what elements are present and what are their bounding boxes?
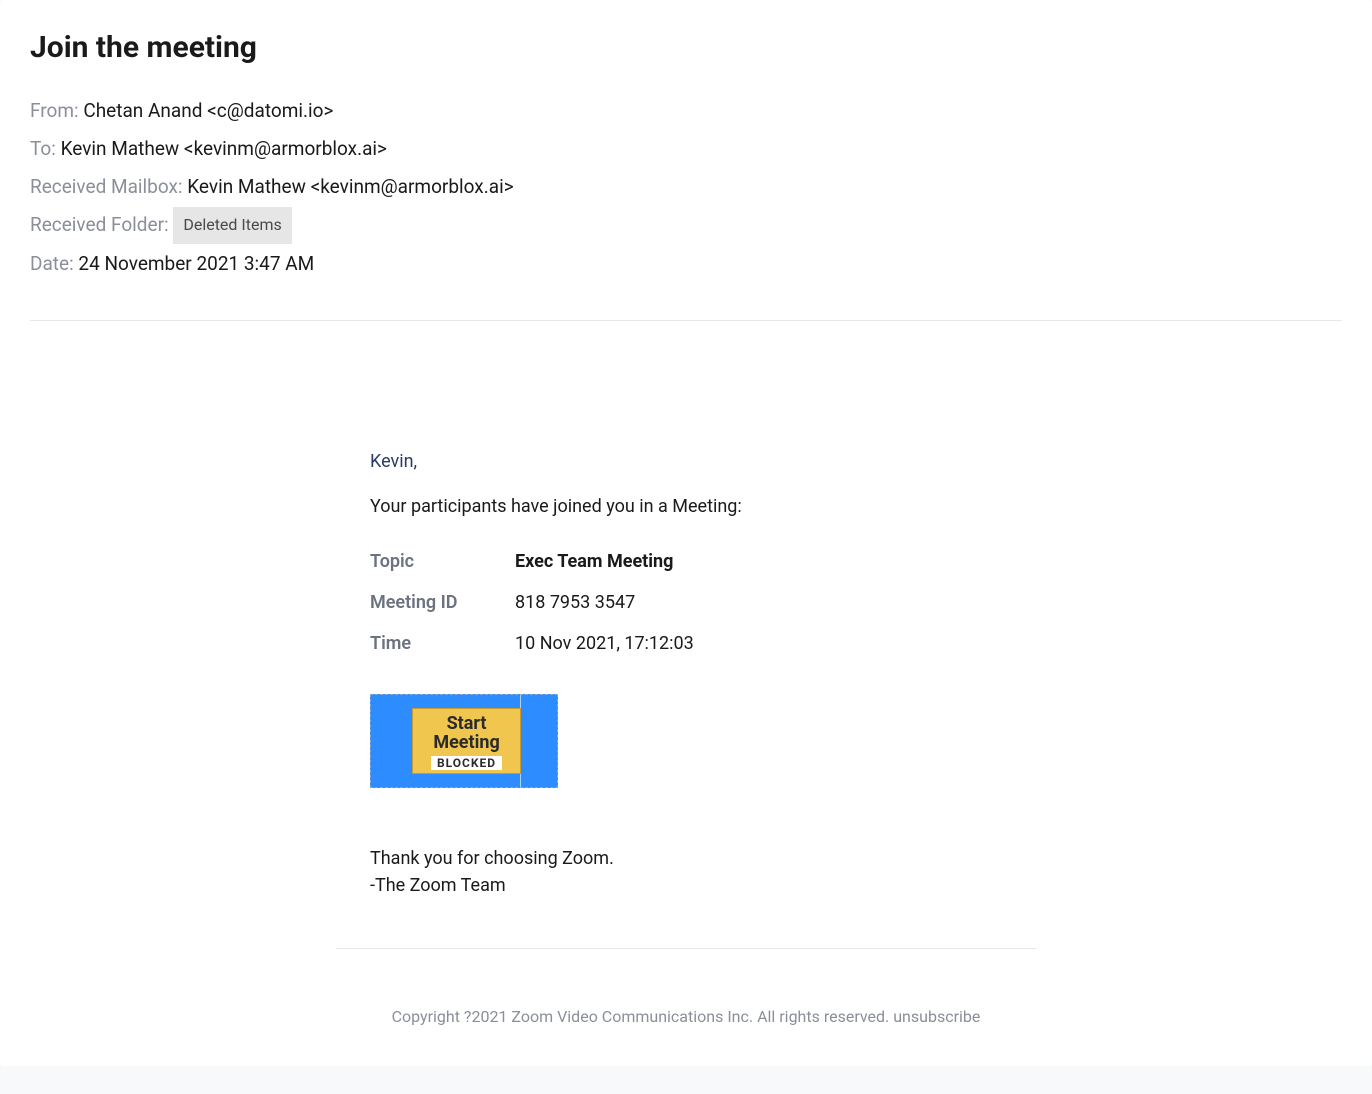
from-value: Chetan Anand <c@datomi.io>	[83, 99, 333, 122]
greeting: Kevin,	[370, 451, 1002, 472]
to-label: To:	[30, 137, 61, 160]
button-text-line1: Start	[431, 715, 502, 734]
signature-text: -The Zoom Team	[370, 875, 1002, 896]
email-subject: Join the meeting	[30, 30, 1342, 65]
received-mailbox-value: Kevin Mathew <kevinm@armorblox.ai>	[187, 175, 513, 198]
from-label: From:	[30, 99, 83, 122]
date-label: Date:	[30, 252, 78, 275]
table-row: Meeting ID 818 7953 3547	[370, 582, 694, 623]
time-label: Time	[370, 623, 515, 664]
blocked-badge: BLOCKED	[431, 756, 502, 771]
received-mailbox-label: Received Mailbox:	[30, 175, 187, 198]
received-folder-row: Received Folder: Deleted Items	[30, 207, 1342, 243]
start-meeting-button-inner: Start Meeting BLOCKED	[412, 708, 521, 775]
to-row: To: Kevin Mathew <kevinm@armorblox.ai>	[30, 131, 1342, 167]
from-row: From: Chetan Anand <c@datomi.io>	[30, 93, 1342, 129]
table-row: Topic Exec Team Meeting	[370, 541, 694, 582]
meeting-id-label: Meeting ID	[370, 582, 515, 623]
topic-label: Topic	[370, 541, 515, 582]
table-row: Time 10 Nov 2021, 17:12:03	[370, 623, 694, 664]
time-value: 10 Nov 2021, 17:12:03	[515, 623, 694, 664]
unsubscribe-link[interactable]: unsubscribe	[893, 1007, 980, 1026]
folder-tag: Deleted Items	[173, 207, 291, 243]
email-body: Kevin, Your participants have joined you…	[336, 321, 1036, 1027]
meeting-details-table: Topic Exec Team Meeting Meeting ID 818 7…	[370, 541, 694, 664]
intro-text: Your participants have joined you in a M…	[370, 496, 1002, 517]
date-row: Date: 24 November 2021 3:47 AM	[30, 246, 1342, 282]
button-text-line2: Meeting	[431, 734, 502, 753]
date-value: 24 November 2021 3:47 AM	[78, 252, 314, 275]
start-meeting-button[interactable]: Start Meeting BLOCKED	[370, 694, 558, 789]
footer: Copyright ?2021 Zoom Video Communication…	[336, 949, 1036, 1026]
copyright-text: Copyright ?2021 Zoom Video Communication…	[392, 1007, 894, 1026]
received-mailbox-row: Received Mailbox: Kevin Mathew <kevinm@a…	[30, 169, 1342, 205]
thanks-text: Thank you for choosing Zoom.	[370, 848, 1002, 869]
topic-value: Exec Team Meeting	[515, 541, 694, 582]
email-container: Join the meeting From: Chetan Anand <c@d…	[0, 0, 1372, 1066]
meeting-id-value: 818 7953 3547	[515, 582, 694, 623]
received-folder-label: Received Folder:	[30, 213, 173, 236]
to-value: Kevin Mathew <kevinm@armorblox.ai>	[61, 137, 387, 160]
